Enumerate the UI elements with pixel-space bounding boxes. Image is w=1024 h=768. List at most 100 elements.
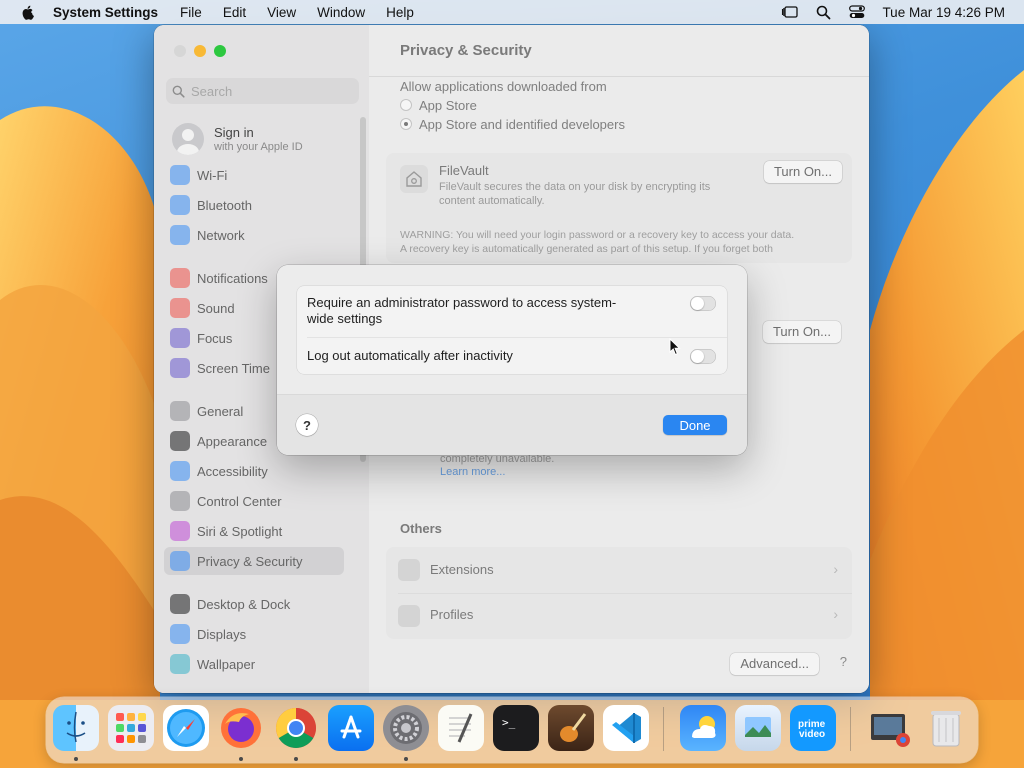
sidebar-item-label: Privacy & Security: [197, 553, 303, 569]
control-center-icon[interactable]: [848, 4, 866, 20]
stage-manager-icon[interactable]: [780, 4, 798, 20]
dock-chrome-icon[interactable]: [273, 705, 319, 751]
dock-system-settings-icon[interactable]: [383, 705, 429, 751]
apple-id-signin[interactable]: Sign in with your Apple ID: [172, 123, 303, 155]
svg-text:>_: >_: [502, 716, 516, 729]
help-button[interactable]: ?: [840, 654, 847, 669]
sidebar-item-label: Wi-Fi: [197, 167, 228, 183]
sidebar-item-network[interactable]: Network: [164, 221, 344, 249]
signin-subtitle: with your Apple ID: [214, 141, 303, 153]
sidebar-item-siri-spotlight[interactable]: Siri & Spotlight: [164, 517, 344, 545]
done-button[interactable]: Done: [663, 415, 727, 435]
wallpaper-icon: [170, 654, 190, 674]
menubar-clock[interactable]: Tue Mar 19 4:26 PM: [882, 5, 1005, 20]
menu-help[interactable]: Help: [386, 5, 414, 20]
dock-app-store-icon[interactable]: [328, 705, 374, 751]
profiles-row[interactable]: Profiles ›: [386, 593, 852, 639]
bluetooth-icon: [170, 195, 190, 215]
admin-password-toggle[interactable]: [690, 296, 716, 311]
radio-app-store-row[interactable]: App Store: [400, 98, 477, 113]
dock-launchpad-icon[interactable]: [108, 705, 154, 751]
sidebar-item-control-center[interactable]: Control Center: [164, 487, 344, 515]
sidebar-item-label: Desktop & Dock: [197, 596, 291, 612]
learn-more-link[interactable]: Learn more...: [440, 466, 505, 478]
dock-screenshot-stack-icon[interactable]: [866, 705, 912, 751]
minimize-button[interactable]: [194, 45, 206, 57]
sidebar-item-label: Focus: [197, 330, 233, 346]
filevault-turn-on-button[interactable]: Turn On...: [763, 161, 842, 183]
menu-view[interactable]: View: [267, 5, 296, 20]
hourglass-icon: [170, 358, 190, 378]
menu-file[interactable]: File: [180, 5, 202, 20]
radio-identified-label: App Store and identified developers: [419, 117, 625, 132]
search-input[interactable]: [191, 83, 351, 99]
sidebar-item-desktop-dock[interactable]: Desktop & Dock: [164, 590, 344, 618]
sidebar-item-accessibility[interactable]: Accessibility: [164, 457, 344, 485]
display-icon: [170, 624, 190, 644]
sidebar-item-displays[interactable]: Displays: [164, 620, 344, 648]
dock-separator: [663, 707, 664, 751]
radio-app-store[interactable]: [400, 99, 412, 111]
hand-icon: [170, 551, 190, 571]
sidebar-item-bluetooth[interactable]: Bluetooth: [164, 191, 344, 219]
dock-garageband-icon[interactable]: [548, 705, 594, 751]
dock-prime-video-icon[interactable]: prime video: [790, 705, 836, 751]
dock-terminal-icon[interactable]: >_: [493, 705, 539, 751]
chevron-right-icon: ›: [833, 606, 838, 622]
sidebar-item-label: Network: [197, 227, 245, 243]
lockdown-turn-on-button[interactable]: Turn On...: [762, 321, 841, 343]
menu-edit[interactable]: Edit: [223, 5, 246, 20]
allow-apps-heading: Allow applications downloaded from: [400, 79, 607, 94]
accessibility-icon: [170, 461, 190, 481]
extensions-row[interactable]: Extensions ›: [386, 547, 852, 593]
moon-icon: [170, 328, 190, 348]
sidebar-item-wallpaper[interactable]: Wallpaper: [164, 650, 344, 678]
dock-icon: [170, 594, 190, 614]
siri-icon: [170, 521, 190, 541]
search-field[interactable]: [166, 78, 359, 104]
profiles-icon: [398, 605, 420, 627]
dock-vscode-icon[interactable]: [603, 705, 649, 751]
gear-icon: [170, 401, 190, 421]
sidebar-item-wi-fi[interactable]: Wi-Fi: [164, 161, 344, 189]
zoom-button[interactable]: [214, 45, 226, 57]
radio-identified-row[interactable]: App Store and identified developers: [400, 117, 625, 132]
search-icon: [172, 85, 185, 98]
filevault-warning-2: A recovery key is automatically generate…: [400, 243, 773, 255]
wifi-icon: [170, 165, 190, 185]
dock-textedit-icon[interactable]: [438, 705, 484, 751]
auto-logout-toggle[interactable]: [690, 349, 716, 364]
sidebar-item-privacy-security[interactable]: Privacy & Security: [164, 547, 344, 575]
signin-title: Sign in: [214, 125, 254, 140]
filevault-icon: [400, 165, 428, 193]
dock-weather-icon[interactable]: [680, 705, 726, 751]
dock-preview-icon[interactable]: [735, 705, 781, 751]
sheet-help-button[interactable]: ?: [296, 414, 318, 436]
sidebar-item-label: Notifications: [197, 270, 268, 286]
radio-app-store-label: App Store: [419, 98, 477, 113]
running-indicator: [74, 757, 78, 761]
control-center-icon: [170, 491, 190, 511]
menu-window[interactable]: Window: [317, 5, 365, 20]
globe-icon: [170, 225, 190, 245]
dock-firefox-icon[interactable]: [218, 705, 264, 751]
filevault-panel: FileVault FileVault secures the data on …: [386, 153, 852, 263]
speaker-icon: [170, 298, 190, 318]
avatar: [172, 123, 204, 155]
sidebar-item-label: Wallpaper: [197, 656, 256, 672]
dock-finder-icon[interactable]: [53, 705, 99, 751]
menu-bar: System Settings File Edit View Window He…: [0, 0, 1024, 24]
appearance-icon: [170, 431, 190, 451]
title-divider: [369, 76, 869, 77]
radio-identified[interactable]: [400, 118, 412, 130]
spotlight-search-icon[interactable]: [814, 4, 832, 20]
advanced-button[interactable]: Advanced...: [730, 653, 819, 675]
sidebar-item-label: Siri & Spotlight: [197, 523, 283, 539]
dock-safari-icon[interactable]: [163, 705, 209, 751]
dock-trash-icon[interactable]: [923, 705, 969, 751]
close-button[interactable]: [174, 45, 186, 57]
filevault-title: FileVault: [439, 163, 489, 178]
running-indicator: [404, 757, 408, 761]
apple-menu-icon[interactable]: [20, 4, 36, 20]
menu-app-name[interactable]: System Settings: [53, 5, 158, 20]
